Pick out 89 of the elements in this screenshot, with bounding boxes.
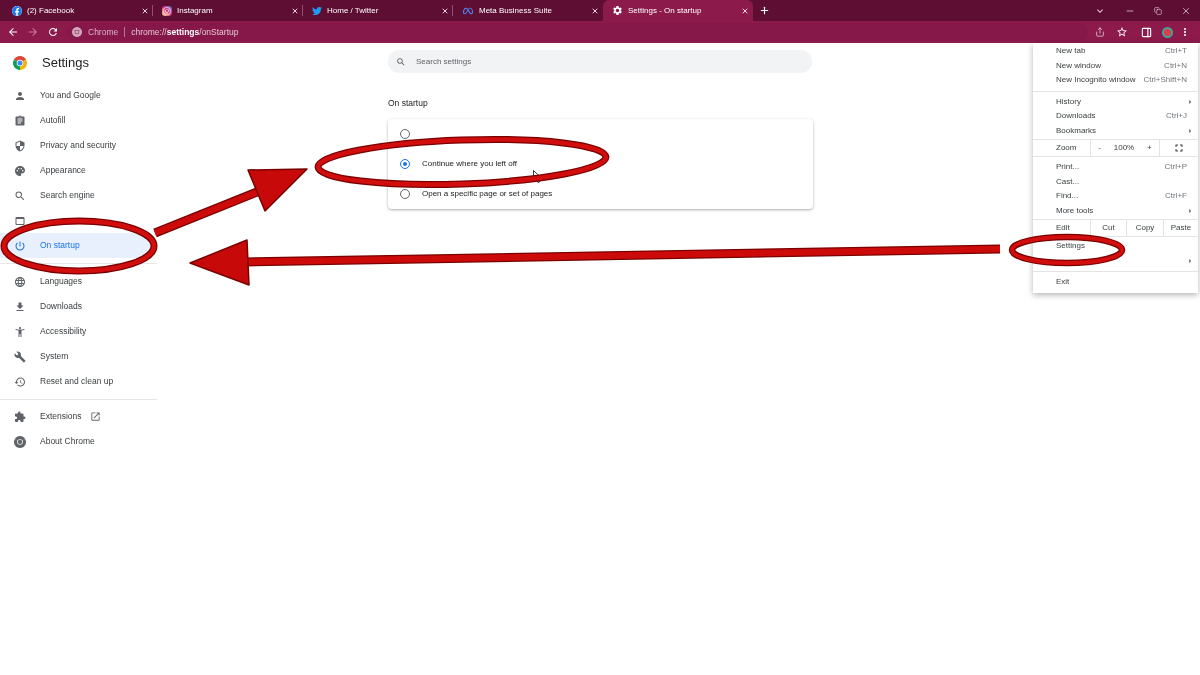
- power-icon: [14, 239, 26, 252]
- external-link-icon[interactable]: [89, 411, 101, 422]
- sidebar-item[interactable]: Languages: [0, 269, 93, 294]
- avatar-icon[interactable]: [1161, 26, 1173, 38]
- shortcut-label: Ctrl+N: [1164, 59, 1187, 72]
- browser-tab[interactable]: Instagram: [153, 0, 303, 21]
- sidebar-item[interactable]: Appearance: [0, 158, 96, 183]
- palette-icon: [14, 164, 26, 177]
- browser-tab[interactable]: (2) Facebook: [3, 0, 153, 21]
- menu-item[interactable]: Downloads: [1056, 110, 1096, 123]
- menu-item[interactable]: New Incognito window: [1056, 74, 1136, 87]
- bird-icon: [312, 5, 322, 16]
- chrome-logo-icon: [72, 27, 82, 37]
- menu-item[interactable]: Bookmarks: [1056, 124, 1096, 137]
- menu-item[interactable]: Exit: [1056, 276, 1070, 289]
- zoom-level: 100%: [1113, 142, 1135, 154]
- shortcut-label: Ctrl+F: [1165, 190, 1187, 203]
- menu-item[interactable]: Cast...: [1056, 175, 1080, 188]
- close-icon[interactable]: [141, 6, 149, 15]
- section-title: On startup: [388, 97, 428, 110]
- download-icon: [14, 300, 26, 313]
- browser-tab[interactable]: Home / Twitter: [303, 0, 453, 21]
- site-label: Chrome: [88, 25, 119, 39]
- infinity-logo-icon: [462, 5, 474, 16]
- browser-tab[interactable]: Meta Business Suite: [453, 0, 603, 21]
- menu-item[interactable]: New tab: [1056, 45, 1086, 58]
- sidebar-item[interactable]: Extensions: [0, 404, 92, 429]
- zoom-label: Zoom: [1056, 142, 1077, 154]
- history-icon: [14, 375, 26, 388]
- sidebar-item[interactable]: Reset and clean up: [0, 369, 124, 394]
- new-tab-icon[interactable]: [759, 5, 770, 16]
- sidebar-item[interactable]: You and Google: [0, 83, 111, 108]
- search-icon: [14, 189, 26, 202]
- zoom-in-button[interactable]: +: [1144, 142, 1154, 154]
- globe-icon: [14, 275, 26, 288]
- edit-action-button[interactable]: Copy: [1126, 220, 1163, 236]
- shortcut-label: Ctrl+P: [1164, 161, 1187, 174]
- edit-action-button[interactable]: Paste: [1163, 220, 1198, 236]
- puzzle-icon: [14, 410, 26, 423]
- close-icon[interactable]: [591, 6, 599, 15]
- radio-option[interactable]: Continue where you left off: [400, 157, 518, 170]
- search-field[interactable]: Search settings: [388, 50, 812, 73]
- star-icon[interactable]: [1116, 26, 1128, 38]
- fullscreen-icon[interactable]: [1173, 142, 1185, 154]
- edit-label: Edit: [1056, 222, 1070, 234]
- side-panel-icon[interactable]: [1140, 26, 1152, 38]
- sidebar-item[interactable]: Autofill: [0, 108, 76, 133]
- gear-icon: [612, 5, 623, 16]
- close-icon[interactable]: [441, 6, 449, 15]
- chrome-logo-icon: [13, 56, 27, 70]
- menu-item[interactable]: Find...: [1056, 190, 1079, 203]
- shield-icon: [14, 139, 26, 152]
- url-text: chrome://settings/onStartup: [131, 25, 239, 39]
- edit-action-button[interactable]: Cut: [1090, 220, 1126, 236]
- person-icon: [14, 89, 26, 102]
- facebook-icon: [12, 5, 22, 16]
- search-icon: [396, 56, 406, 67]
- instagram-icon: [162, 5, 172, 16]
- zoom-out-button[interactable]: -: [1096, 142, 1104, 154]
- chrome-logo-icon: [14, 435, 26, 448]
- sidebar-item[interactable]: About Chrome: [0, 429, 105, 454]
- menu-item[interactable]: More tools: [1056, 204, 1094, 217]
- menu-item[interactable]: Print...: [1056, 161, 1080, 174]
- browser-tab[interactable]: Settings - On startup: [603, 0, 753, 21]
- address-bar[interactable]: Chrome chrome://settings/onStartup: [67, 23, 1088, 41]
- sidebar-item[interactable]: Search engine: [0, 183, 105, 208]
- menu-item[interactable]: History: [1056, 95, 1081, 108]
- share-icon[interactable]: [1095, 27, 1105, 37]
- page-title: Settings: [42, 54, 89, 73]
- close-icon[interactable]: [741, 6, 749, 15]
- close-icon[interactable]: [291, 6, 299, 15]
- sidebar-item[interactable]: System: [0, 344, 79, 369]
- restore-icon[interactable]: [1154, 6, 1162, 15]
- menu-item[interactable]: New window: [1056, 59, 1101, 72]
- close-icon[interactable]: [1181, 5, 1191, 16]
- sidebar-item[interactable]: Accessibility: [0, 319, 97, 344]
- arrow-left-icon[interactable]: [7, 26, 19, 38]
- shortcut-label: Ctrl+J: [1165, 110, 1187, 123]
- clipboard-icon: [14, 114, 26, 127]
- menu-item[interactable]: Settings: [1056, 240, 1085, 253]
- person-icon: [14, 325, 26, 338]
- sidebar-item[interactable]: Privacy and security: [0, 133, 127, 158]
- radio-option[interactable]: Open a specific page or set of pages: [400, 187, 553, 200]
- reload-icon[interactable]: [47, 26, 59, 38]
- shortcut-label: Ctrl+Shift+N: [1143, 74, 1187, 87]
- shortcut-label: Ctrl+T: [1165, 45, 1187, 58]
- browser-window-icon: [14, 214, 26, 227]
- sidebar-item[interactable]: Downloads: [0, 294, 93, 319]
- wrench-icon: [14, 350, 26, 363]
